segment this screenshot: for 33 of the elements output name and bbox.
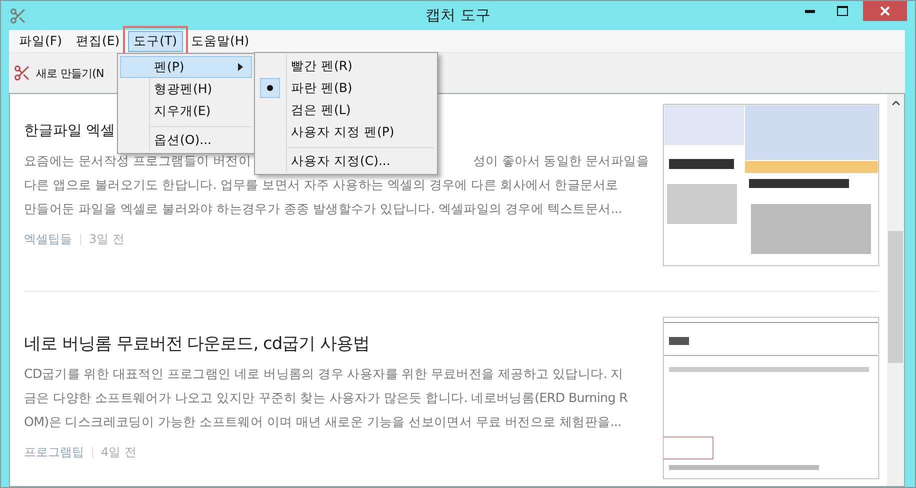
new-button[interactable]: 새로 만들기(N: [13, 64, 104, 82]
post-age: 3일 전: [89, 231, 124, 248]
close-icon: [880, 6, 890, 16]
scrollbar-thumb[interactable]: [888, 231, 903, 363]
menu-entry[interactable]: 사용자 지정 펜(P): [257, 121, 435, 143]
maximize-icon: [836, 6, 848, 16]
close-button[interactable]: [863, 1, 907, 21]
menu-entry[interactable]: 빨간 펜(R): [257, 55, 435, 77]
menu-item[interactable]: 도움말(H): [185, 30, 256, 52]
post-excerpt: 만들어둔 파일을 엑셀로 불러와야 하는경우가 종종 발생할수가 있답니다. 엑셀파일의 경우에 텍스트문서...: [24, 200, 622, 218]
menu-entry[interactable]: 지우개(E): [120, 100, 252, 122]
menu-entry[interactable]: 파란 펜(B): [257, 77, 435, 99]
menu-entry[interactable]: 형광펜(H): [120, 78, 252, 100]
post-age: 4일 전: [101, 444, 136, 461]
post-excerpt: 금은 다양한 소프트웨어가 나오고 있지만 꾸준히 찾는 사용자가 많은듯 합니다. 네로버닝롬(ERD Burning R: [24, 389, 628, 407]
menu-entry[interactable]: 펜(P): [120, 56, 252, 78]
menu-item[interactable]: 편집(E): [70, 30, 126, 52]
post-excerpt: 성이 좋아서 동일한 문서파일을: [472, 152, 649, 170]
menu-item[interactable]: 파일(F): [13, 30, 68, 52]
bullet-icon: [260, 78, 280, 98]
scrollbar[interactable]: [887, 94, 904, 486]
minimize-icon: [805, 10, 815, 12]
submenu-arrow-icon: [238, 63, 243, 71]
post-title[interactable]: 네로 버닝롬 무료버전 다운로드, cd굽기 사용법: [24, 334, 370, 354]
scissors-icon: [13, 64, 31, 82]
post-excerpt: 요즘에는 문서작성 프로그램들이 버전이: [24, 152, 252, 170]
window-title: 캡처 도구: [426, 6, 490, 25]
scissors-icon: [9, 6, 27, 24]
post-excerpt: CD굽기를 위한 대표적인 프로그램인 네로 버닝롬의 경우 사용자를 위한 무료버전을 제공하고 있답니다. 지: [24, 365, 624, 383]
menu-entry[interactable]: 검은 펜(L): [257, 99, 435, 121]
post-title[interactable]: 한글파일 엑셀: [24, 123, 116, 139]
post-excerpt: 다른 앱으로 불러오기도 한답니다. 업무를 보면서 자주 사용하는 엑셀의 경우에 다른 회사에서 한글문서로: [24, 176, 618, 194]
post-excerpt: OM)은 디스크레코딩이 가능한 소프트웨어 이며 매년 새로운 기능을 선보이면서 무료 버전으로 체험판을...: [24, 413, 622, 431]
